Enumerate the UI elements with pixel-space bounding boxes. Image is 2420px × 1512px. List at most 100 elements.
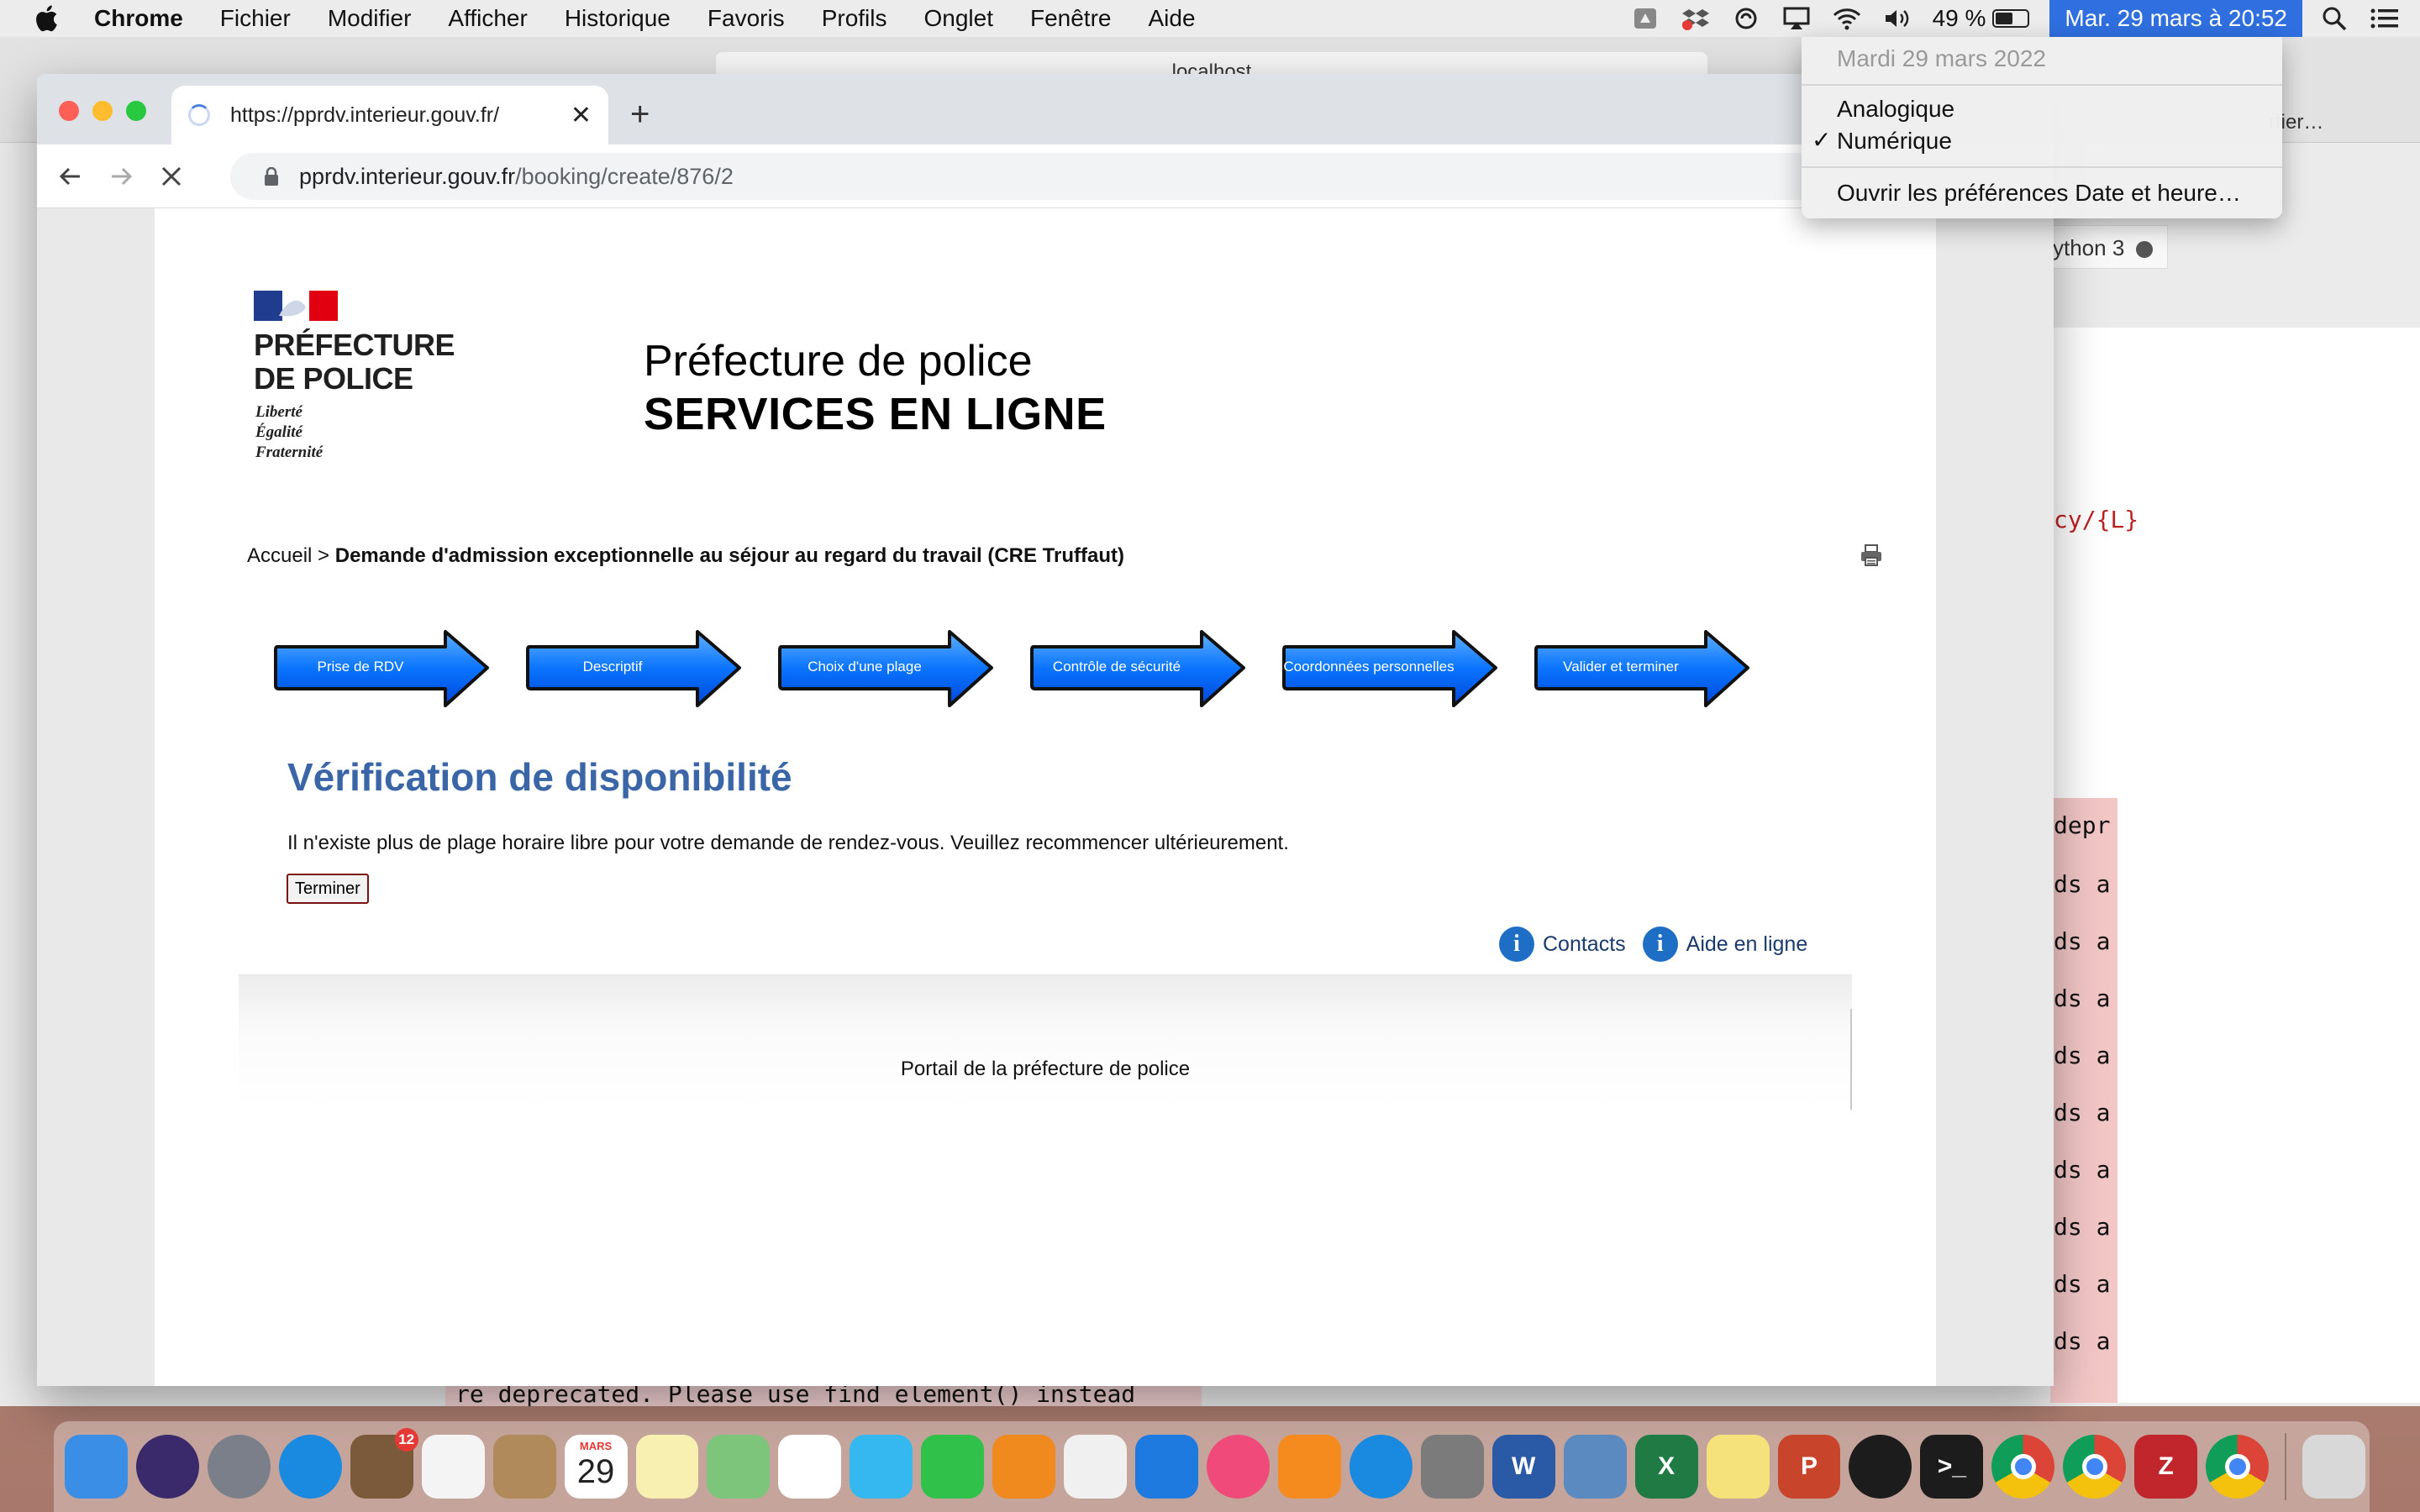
dock-keynote-icon[interactable]	[1135, 1435, 1198, 1499]
minimize-window-button[interactable]	[92, 101, 113, 121]
kernel-status-icon	[2136, 241, 2154, 259]
menu-favoris[interactable]: Favoris	[708, 5, 785, 32]
background-warning-text: re deprecated. Please use find element()…	[445, 1383, 1202, 1406]
drive-sync-icon[interactable]	[1630, 6, 1660, 31]
step-coordonnees[interactable]: Coordonnées personnelles	[1281, 628, 1501, 709]
terminer-button[interactable]: Terminer	[287, 874, 369, 904]
dock-siri-icon[interactable]	[135, 1435, 199, 1499]
dock-safari-icon[interactable]	[278, 1435, 342, 1499]
menu-modifier[interactable]: Modifier	[328, 5, 412, 32]
sync-icon[interactable]	[1731, 6, 1761, 31]
dropbox-icon[interactable]	[1681, 6, 1711, 31]
volume-icon[interactable]	[1882, 6, 1912, 31]
dock-powerpoint-icon[interactable]: P	[1777, 1435, 1841, 1499]
print-icon[interactable]	[1860, 544, 1882, 566]
step-descriptif[interactable]: Descriptif	[524, 628, 744, 709]
menu-fenetre[interactable]: Fenêtre	[1030, 5, 1112, 32]
chrome-center	[2081, 1454, 2107, 1479]
menu-profils[interactable]: Profils	[822, 5, 887, 32]
progress-steps: Prise de RDV Descriptif Choix d'une plag…	[272, 628, 1802, 712]
step-label: Choix d'une plage	[808, 659, 922, 675]
background-tab[interactable]: rtier…	[2269, 102, 2420, 143]
dock-chrome-icon[interactable]	[2063, 1435, 2127, 1499]
dock-chrome-icon[interactable]	[1991, 1435, 2055, 1499]
clock-menu-option-analog[interactable]: Analogique	[1837, 96, 1954, 123]
step-choix-plage[interactable]: Choix d'une plage	[776, 628, 997, 709]
help-link[interactable]: Aide en ligne	[1686, 932, 1808, 957]
dock-reminders-icon[interactable]	[421, 1435, 485, 1499]
logo-motto-egalite: Égalité	[255, 423, 302, 441]
lock-icon[interactable]	[264, 167, 279, 186]
dock-numbers-icon[interactable]	[1064, 1435, 1128, 1499]
dock-trash-icon[interactable]	[2302, 1435, 2365, 1499]
close-window-button[interactable]	[59, 101, 79, 121]
dock-pages-icon[interactable]	[992, 1435, 1056, 1499]
address-bar[interactable]: pprdv.interieur.gouv.fr/booking/create/8…	[230, 153, 2037, 200]
menu-clock[interactable]: Mar. 29 mars à 20:52	[2049, 0, 2302, 37]
dock-excel-icon[interactable]: X	[1634, 1435, 1698, 1499]
dock-books-icon[interactable]	[1277, 1435, 1341, 1499]
page-heading: Vérification de disponibilité	[287, 755, 792, 799]
dock-itunes-icon[interactable]	[1207, 1435, 1270, 1499]
dock-terminal-icon[interactable]: >_	[1920, 1435, 1984, 1499]
dock-chrome-icon[interactable]	[2206, 1435, 2270, 1499]
dock-calendar-icon[interactable]: MARS 29	[564, 1435, 628, 1499]
browser-tab[interactable]: https://pprdv.interieur.gouv.fr/ ✕	[171, 86, 608, 144]
step-controle-securite[interactable]: Contrôle de sécurité	[1028, 628, 1249, 709]
back-button[interactable]	[54, 160, 87, 193]
dock-stickies-icon[interactable]	[1706, 1435, 1770, 1499]
step-valider-terminer[interactable]: Valider et terminer	[1533, 628, 1753, 709]
battery-icon[interactable]	[1992, 9, 2030, 28]
zoom-window-button[interactable]	[126, 101, 146, 121]
breadcrumb-home-link[interactable]: Accueil	[247, 544, 312, 567]
airplay-icon[interactable]	[1781, 6, 1812, 31]
dock-maps-icon[interactable]	[707, 1435, 771, 1499]
dock-activity-icon[interactable]	[1849, 1435, 1912, 1499]
dock-finder-icon[interactable]	[65, 1435, 128, 1499]
clock-menu-preferences[interactable]: Ouvrir les préférences Date et heure…	[1837, 180, 2241, 207]
prefecture-logo[interactable]: PRÉFECTURE DE POLICE Liberté Égalité Fra…	[254, 291, 455, 467]
spotlight-search-icon[interactable]	[2319, 6, 2349, 31]
menu-historique[interactable]: Historique	[565, 5, 671, 32]
stop-loading-button[interactable]	[155, 160, 188, 193]
dock-photos-icon[interactable]	[778, 1435, 842, 1499]
menu-onglet[interactable]: Onglet	[923, 5, 993, 32]
battery-level	[1996, 13, 2013, 24]
dock-notes-icon[interactable]	[635, 1435, 699, 1499]
dock-word-icon[interactable]: W	[1491, 1435, 1555, 1499]
menu-aide[interactable]: Aide	[1148, 5, 1195, 32]
mail-badge: 12	[394, 1428, 418, 1452]
kernel-label: ython 3	[2053, 235, 2125, 260]
forward-button[interactable]	[104, 160, 138, 193]
apple-menu-icon[interactable]	[32, 3, 64, 34]
dock-contacts-icon[interactable]	[492, 1435, 556, 1499]
dock-app-store-icon[interactable]	[1349, 1435, 1413, 1499]
contacts-link[interactable]: Contacts	[1543, 932, 1626, 957]
help-info-icon[interactable]: i	[1642, 927, 1678, 962]
status-area: 49 % Mar. 29 mars à 20:52	[1630, 0, 2420, 37]
menu-afficher[interactable]: Afficher	[448, 5, 527, 32]
clock-menu-option-digital[interactable]: Numérique	[1837, 128, 1952, 155]
step-prise-de-rdv[interactable]: Prise de RDV	[272, 628, 492, 709]
dock-preview-icon[interactable]	[1563, 1435, 1627, 1499]
notification-center-icon[interactable]	[2370, 6, 2400, 31]
battery-percentage[interactable]: 49 %	[1933, 5, 1986, 32]
new-tab-button[interactable]: +	[630, 96, 650, 134]
dock-facetime-icon[interactable]	[921, 1435, 985, 1499]
wifi-icon[interactable]	[1832, 6, 1862, 31]
tab-close-icon[interactable]: ✕	[571, 101, 592, 130]
dock-mail-icon[interactable]: 12	[350, 1428, 418, 1499]
step-label: Coordonnées personnelles	[1283, 659, 1455, 675]
footer-portal-link[interactable]: Portail de la préfecture de police	[239, 1058, 1852, 1081]
dock-launchpad-icon[interactable]	[207, 1435, 271, 1499]
dock-zotero-icon[interactable]: Z	[2134, 1435, 2198, 1499]
step-label: Prise de RDV	[317, 659, 404, 675]
chrome-center	[2010, 1454, 2036, 1479]
dock-system-preferences-icon[interactable]	[1420, 1435, 1484, 1499]
menu-separator	[1802, 84, 2282, 86]
contacts-info-icon[interactable]: i	[1499, 927, 1534, 962]
browser-toolbar: pprdv.interieur.gouv.fr/booking/create/8…	[37, 144, 2054, 208]
menu-app-name[interactable]: Chrome	[94, 5, 183, 32]
menu-fichier[interactable]: Fichier	[220, 5, 291, 32]
dock-messages-icon[interactable]	[850, 1435, 913, 1499]
